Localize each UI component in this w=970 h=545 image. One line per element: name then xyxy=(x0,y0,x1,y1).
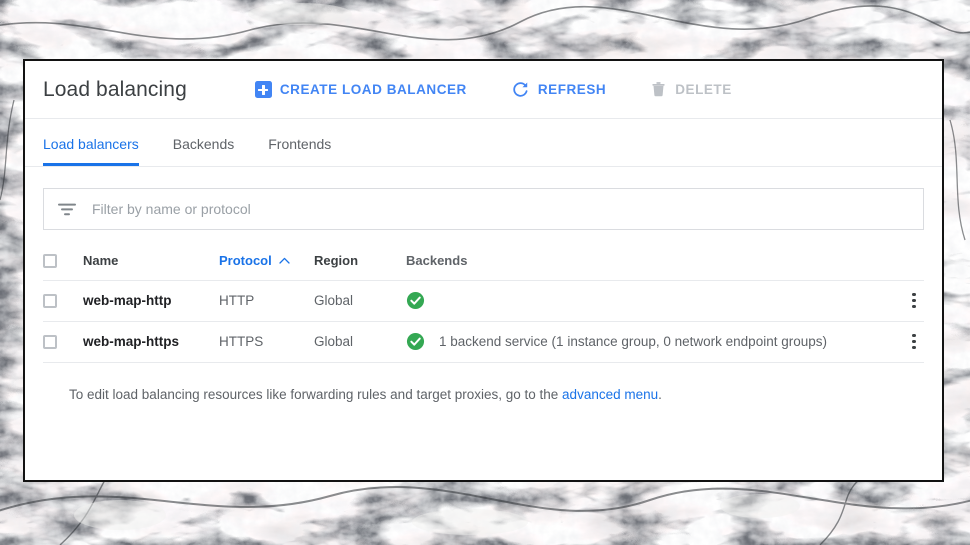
column-header-protocol-label: Protocol xyxy=(219,252,272,268)
table-row[interactable]: web-map-https HTTPS Global 1 backend ser… xyxy=(43,321,924,363)
row-checkbox[interactable] xyxy=(43,335,57,350)
advanced-menu-note: To edit load balancing resources like fo… xyxy=(69,385,709,405)
panel-header: Load balancing CREATE LOAD BALANCER REFR… xyxy=(25,61,942,119)
row-protocol: HTTPS xyxy=(219,321,314,363)
tab-frontends[interactable]: Frontends xyxy=(268,136,331,166)
tab-backends[interactable]: Backends xyxy=(173,136,234,166)
row-protocol: HTTP xyxy=(219,280,314,322)
chevron-up-icon xyxy=(279,257,290,264)
row-actions-cell xyxy=(878,321,924,363)
plus-square-icon xyxy=(254,81,272,98)
column-header-name[interactable]: Name xyxy=(83,252,219,281)
row-backends-text: 1 backend service (1 instance group, 0 n… xyxy=(439,334,827,350)
select-all-checkbox[interactable] xyxy=(43,253,57,268)
row-overflow-menu-button[interactable] xyxy=(904,332,924,352)
row-checkbox[interactable] xyxy=(43,294,57,309)
filter-bar[interactable] xyxy=(43,188,924,230)
tab-load-balancers[interactable]: Load balancers xyxy=(43,136,139,166)
row-select-cell xyxy=(43,321,83,363)
advanced-menu-link[interactable]: advanced menu xyxy=(562,387,658,402)
table-row[interactable]: web-map-http HTTP Global xyxy=(43,280,924,322)
create-load-balancer-label: CREATE LOAD BALANCER xyxy=(279,82,467,97)
row-region: Global xyxy=(314,321,406,363)
filter-section xyxy=(25,167,942,230)
row-overflow-menu-button[interactable] xyxy=(904,291,924,311)
load-balancers-table: Name Protocol Region Backends web-map-ht… xyxy=(25,252,942,363)
row-select-cell xyxy=(43,280,83,322)
tab-bar: Load balancers Backends Frontends xyxy=(25,119,942,167)
filter-icon xyxy=(58,203,76,215)
row-backends-cell: 1 backend service (1 instance group, 0 n… xyxy=(406,321,878,363)
column-header-region[interactable]: Region xyxy=(314,252,406,281)
column-header-backends[interactable]: Backends xyxy=(406,252,878,281)
table-header-row: Name Protocol Region Backends xyxy=(43,252,924,281)
page-title: Load balancing xyxy=(43,77,187,101)
create-load-balancer-button[interactable]: CREATE LOAD BALANCER xyxy=(254,81,467,98)
column-header-protocol[interactable]: Protocol xyxy=(219,252,314,281)
row-name: web-map-https xyxy=(83,321,219,363)
load-balancing-panel: Load balancing CREATE LOAD BALANCER REFR… xyxy=(23,59,944,482)
select-all-header xyxy=(43,252,83,281)
note-text: To edit load balancing resources like fo… xyxy=(69,386,563,402)
column-header-actions xyxy=(878,252,924,281)
row-name: web-map-http xyxy=(83,280,219,322)
row-region: Global xyxy=(314,280,406,322)
filter-input[interactable] xyxy=(92,201,909,217)
status-healthy-icon xyxy=(406,333,425,351)
delete-button[interactable]: DELETE xyxy=(650,80,732,99)
refresh-label: REFRESH xyxy=(537,82,607,97)
note-suffix: . xyxy=(658,386,662,402)
refresh-icon xyxy=(513,82,528,97)
status-healthy-icon xyxy=(406,292,425,310)
delete-label: DELETE xyxy=(675,82,732,97)
row-actions-cell xyxy=(878,280,924,322)
refresh-button[interactable]: REFRESH xyxy=(511,80,606,99)
trash-icon xyxy=(652,82,665,97)
row-backends-cell xyxy=(406,280,878,322)
